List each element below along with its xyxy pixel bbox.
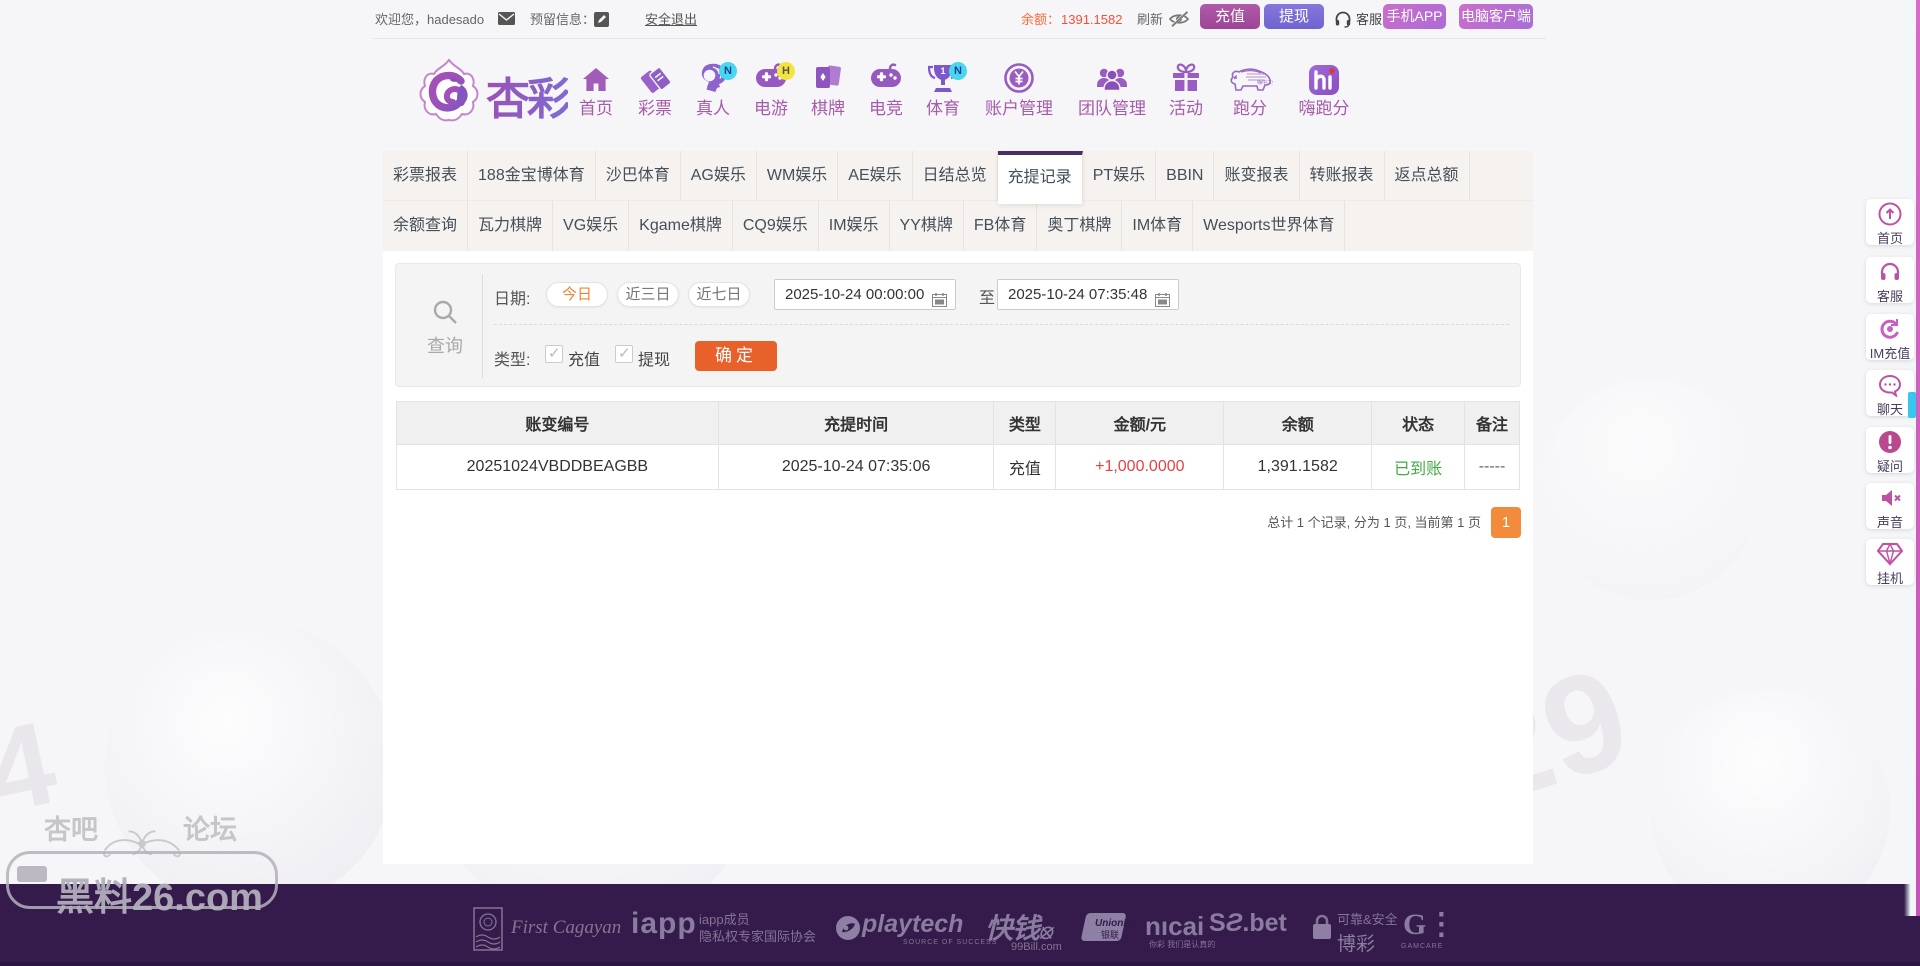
svg-text:嗨中工作室: 嗨中工作室 — [1257, 79, 1273, 86]
svg-text:UnionPay: UnionPay — [1095, 918, 1129, 929]
svg-text:银联: 银联 — [1101, 929, 1119, 940]
svg-text:1: 1 — [940, 66, 945, 76]
